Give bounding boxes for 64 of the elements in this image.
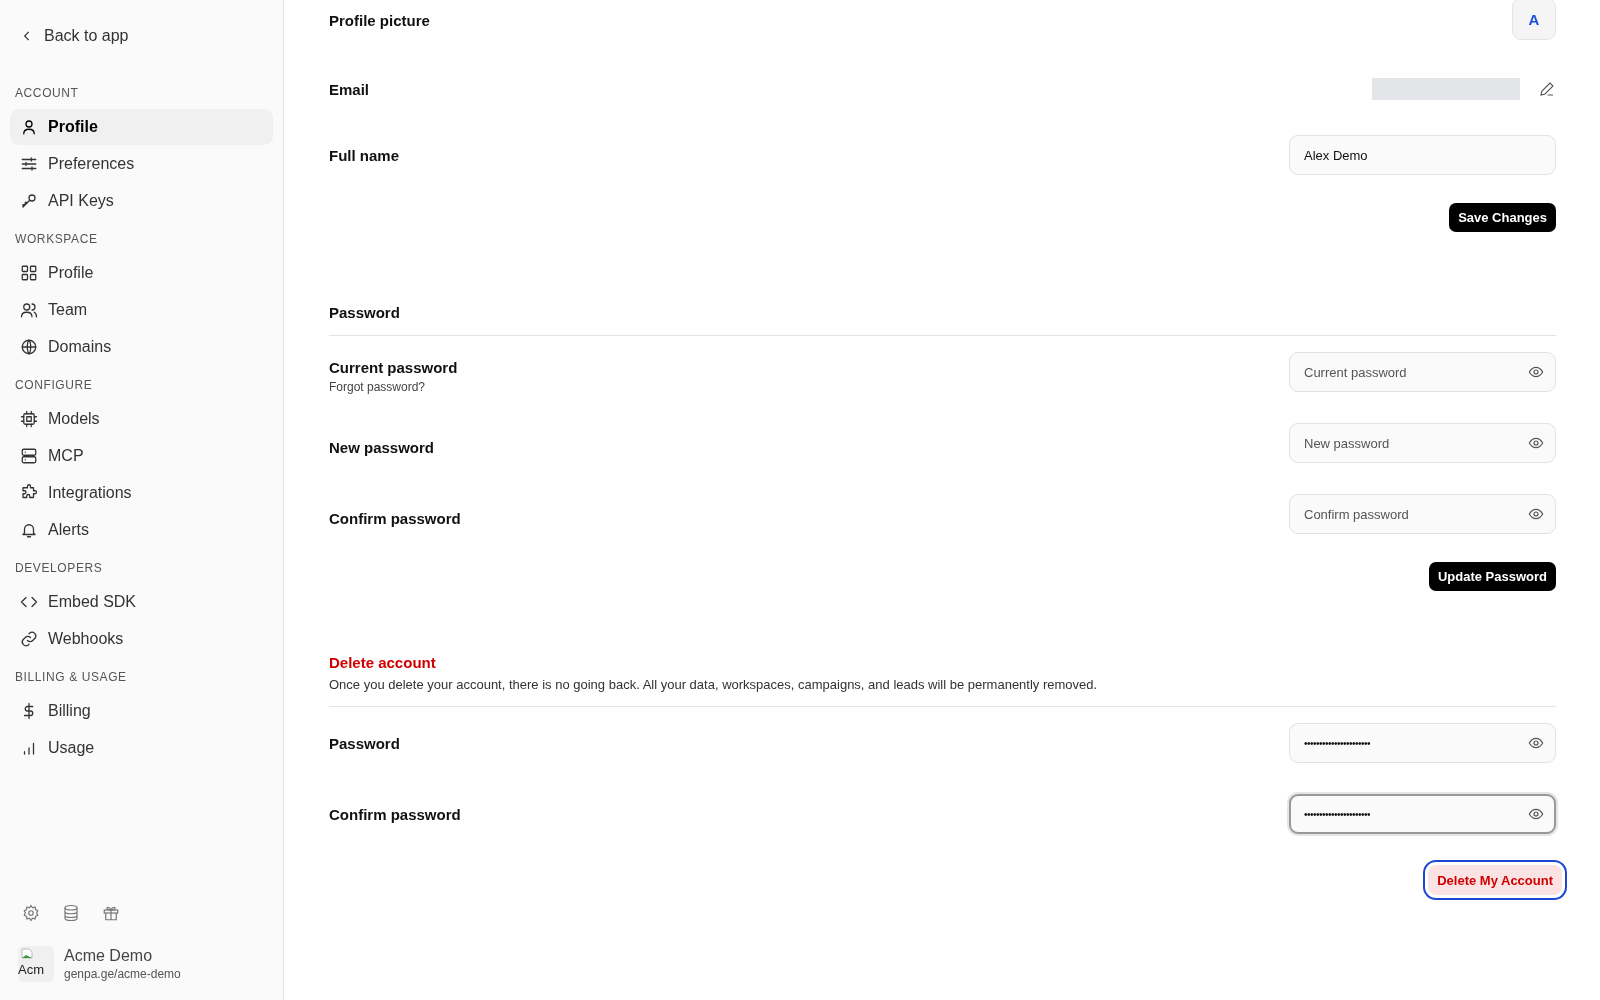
section-title: Password: [329, 304, 401, 321]
field-label: Profile picture: [329, 12, 430, 29]
workspace-url: genpa.ge/acme-demo: [64, 967, 181, 981]
bell-icon: [20, 521, 38, 539]
password-field[interactable]: New password: [1289, 423, 1556, 463]
eye-icon[interactable]: [1528, 735, 1544, 751]
nav-item[interactable]: Usage: [10, 730, 273, 766]
key-icon: [20, 192, 38, 210]
profile-picture-button[interactable]: A: [1512, 0, 1556, 40]
field-label: Confirm password: [329, 509, 461, 527]
password-field[interactable]: ••••••••••••••••••••••: [1289, 794, 1556, 834]
nav-item[interactable]: Webhooks: [10, 621, 273, 657]
field-label: Current password: [329, 358, 458, 376]
save-changes-button[interactable]: Save Changes: [1449, 203, 1556, 232]
nav-item[interactable]: MCP: [10, 438, 273, 474]
section-heading: DEVELOPERS: [14, 561, 104, 577]
chip-icon: [20, 410, 38, 428]
nav-item[interactable]: Embed SDK: [10, 584, 273, 620]
eye-icon[interactable]: [1528, 435, 1544, 451]
eye-icon[interactable]: [1528, 506, 1544, 522]
section-heading: ACCOUNT: [14, 86, 80, 102]
server-icon: [20, 447, 38, 465]
database-icon[interactable]: [62, 904, 80, 922]
password-field[interactable]: Current password: [1289, 352, 1556, 392]
settings-icon[interactable]: [22, 904, 40, 922]
field-label: Email: [329, 80, 370, 98]
users-icon: [20, 301, 38, 319]
field-label: Confirm password: [329, 805, 461, 823]
nav-item[interactable]: Models: [10, 401, 273, 437]
nav-item[interactable]: Domains: [10, 329, 273, 365]
sliders-icon: [20, 155, 38, 173]
section-heading: CONFIGURE: [14, 378, 94, 394]
nav-item[interactable]: Billing: [10, 693, 273, 729]
nav-item[interactable]: Profile: [10, 109, 273, 145]
grid-icon: [20, 264, 38, 282]
password-field[interactable]: ••••••••••••••••••••••: [1289, 723, 1556, 763]
nav-item[interactable]: Team: [10, 292, 273, 328]
broken-image-icon: [20, 948, 34, 962]
update-password-button[interactable]: Update Password: [1428, 562, 1556, 591]
workspace-name: Acme Demo: [64, 947, 154, 965]
section-title: Delete account: [329, 654, 437, 671]
avatar-alt-text: Acm: [18, 962, 44, 978]
pencil-icon[interactable]: [1538, 80, 1556, 98]
eye-icon[interactable]: [1528, 806, 1544, 822]
field-label: Password: [329, 734, 400, 752]
nav-item[interactable]: Alerts: [10, 512, 273, 548]
nav-item[interactable]: API Keys: [10, 183, 273, 219]
link-icon: [20, 630, 38, 648]
gift-icon[interactable]: [102, 904, 120, 922]
nav-item[interactable]: Profile: [10, 255, 273, 291]
full-name-field[interactable]: Alex Demo: [1289, 135, 1556, 175]
password-field[interactable]: Confirm password: [1289, 494, 1556, 534]
nav-item[interactable]: Integrations: [10, 475, 273, 511]
back-link[interactable]: Back to app: [10, 24, 139, 48]
section-description: Once you delete your account, there is no going back. All your data, workspaces, campaigns, and leads will be permanently removed.: [329, 677, 1099, 692]
globe-icon: [20, 338, 38, 356]
field-label: New password: [329, 438, 435, 456]
field-label: Full name: [329, 146, 399, 164]
forgot-password-link[interactable]: Forgot password?: [329, 379, 458, 394]
nav-item[interactable]: Preferences: [10, 146, 273, 182]
section-heading: BILLING & USAGE: [14, 670, 128, 686]
eye-icon[interactable]: [1528, 364, 1544, 380]
section-heading: WORKSPACE: [14, 232, 99, 248]
user-icon: [20, 118, 38, 136]
